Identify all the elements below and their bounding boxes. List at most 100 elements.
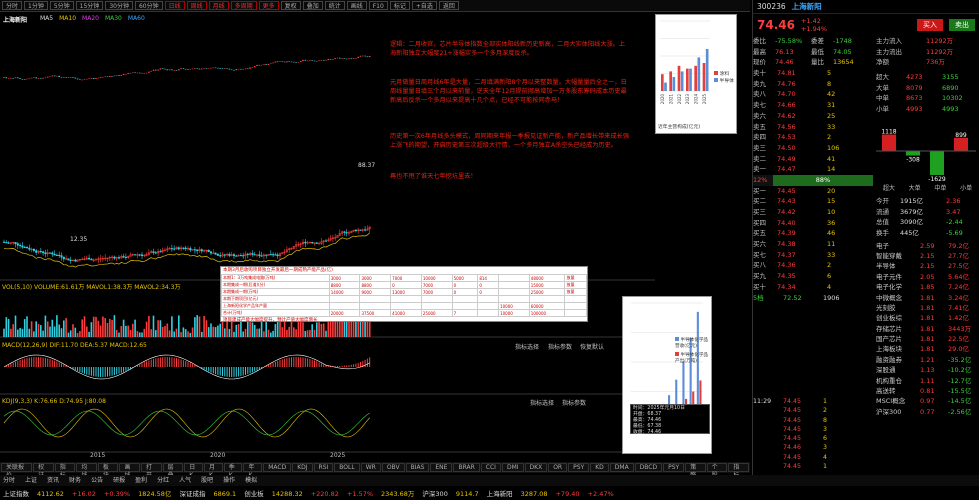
- sector-row[interactable]: 融资融券 1.21 -35.2亿: [876, 355, 979, 365]
- indicator-tab-16[interactable]: WR: [360, 463, 381, 472]
- toolbar-item-11[interactable]: 复权: [280, 1, 301, 10]
- sector-row[interactable]: 高送转 0.81 -15.5亿: [876, 386, 979, 396]
- status-tab-11[interactable]: 模拟: [245, 476, 257, 485]
- tick-row: 74.45 2: [753, 406, 873, 415]
- sell-button[interactable]: 卖出: [949, 19, 975, 31]
- toolbar-item-1[interactable]: 1分钟: [24, 1, 48, 10]
- toolbar-item-5[interactable]: 60分钟: [134, 1, 163, 10]
- indicator-select-button-2[interactable]: 指标选择: [530, 398, 554, 407]
- sector-row[interactable]: 半导体 2.15 27.5亿: [876, 261, 979, 271]
- sector-row[interactable]: 电子 2.59 79.2亿: [876, 241, 979, 251]
- indicator-tab-11[interactable]: 年K: [243, 463, 263, 479]
- toolbar-item-18[interactable]: 返回: [438, 1, 459, 10]
- toolbar-item-3[interactable]: 15分钟: [75, 1, 104, 10]
- toolbar-item-4[interactable]: 30分钟: [105, 1, 133, 10]
- indicator-tab-1[interactable]: 权证: [33, 463, 54, 479]
- indicator-tab-5[interactable]: 画线: [119, 463, 141, 479]
- indicator-tab-23[interactable]: DKX: [524, 463, 548, 472]
- toolbar-item-7[interactable]: 周线: [186, 1, 207, 10]
- toolbar-item-9[interactable]: 多周期: [230, 1, 257, 10]
- indicator-tab-9[interactable]: 月K: [203, 463, 223, 479]
- indicator-tab-14[interactable]: RSI: [313, 463, 334, 472]
- indicator-tab-29[interactable]: PSY: [663, 463, 685, 472]
- indicator-tab-15[interactable]: BOLL: [334, 463, 360, 472]
- indicator-tab-19[interactable]: ENE: [430, 463, 453, 472]
- sector-row[interactable]: 中微概念 1.81 3.24亿: [876, 293, 979, 303]
- indicator-tab-10[interactable]: 季K: [223, 463, 243, 479]
- table-cell: 7000: [420, 288, 453, 296]
- volume-bar: [97, 320, 100, 337]
- buy-button[interactable]: 买入: [917, 19, 943, 31]
- toolbar-item-14[interactable]: 画线: [346, 1, 367, 10]
- indicator-tab-3[interactable]: 均线: [76, 463, 97, 479]
- status-tab-6[interactable]: 盈利: [135, 476, 147, 485]
- indicator-tab-6[interactable]: 打开: [141, 463, 162, 479]
- status-tab-4[interactable]: 公告: [91, 476, 103, 485]
- indicator-params-button-2[interactable]: 指标参数: [562, 398, 586, 407]
- indicator-tab-24[interactable]: OR: [548, 463, 568, 472]
- sector-row[interactable]: 电子化学 1.85 7.24亿: [876, 282, 979, 292]
- overlay-candle: [58, 75, 60, 77]
- status-tab-9[interactable]: 股吧: [201, 476, 213, 485]
- toolbar-item-6[interactable]: 日线: [164, 1, 185, 10]
- indicator-tab-12[interactable]: MACD: [263, 463, 292, 472]
- status-tab-10[interactable]: 操作: [223, 476, 235, 485]
- sector-row[interactable]: 深股通 1.13 -10.2亿: [876, 365, 979, 375]
- buy-label: 买五: [753, 229, 766, 238]
- indicator-tab-8[interactable]: 日K: [184, 463, 203, 479]
- toolbar-item-8[interactable]: 月线: [208, 1, 229, 10]
- toolbar-item-17[interactable]: +自选: [411, 1, 437, 10]
- toolbar-item-10[interactable]: 更多: [258, 1, 279, 10]
- sector-row[interactable]: 电子元件 2.05 5.64亿: [876, 272, 979, 282]
- indicator-tab-22[interactable]: DMI: [501, 463, 524, 472]
- indicator-tab-31[interactable]: 个股: [706, 463, 728, 479]
- sector-row[interactable]: 创业板综 1.81 1.42亿: [876, 313, 979, 323]
- sector-row[interactable]: 存储芯片 1.81 3443万: [876, 324, 979, 334]
- tick-qty: 3: [823, 444, 828, 452]
- indicator-tab-27[interactable]: DMA: [609, 463, 634, 472]
- restore-default-button[interactable]: 恢复默认: [580, 342, 604, 351]
- indicator-select-button[interactable]: 指标选择: [515, 342, 539, 351]
- sector-row[interactable]: 机构重仓 1.11 -12.7亿: [876, 376, 979, 386]
- sell-label: 卖一: [753, 165, 766, 174]
- toolbar-item-15[interactable]: F10: [368, 1, 388, 10]
- sector-row[interactable]: 上海板块 1.81 29.0亿: [876, 344, 979, 354]
- sector-row[interactable]: 光刻胶 1.81 7.41亿: [876, 303, 979, 313]
- status-tab-0[interactable]: 分时: [3, 476, 15, 485]
- volume-bar: [60, 328, 63, 337]
- table-cell: [498, 295, 530, 303]
- indicator-tab-4[interactable]: 板块: [97, 463, 119, 479]
- status-tab-1[interactable]: 上证: [25, 476, 37, 485]
- indicator-tab-25[interactable]: PSY: [568, 463, 590, 472]
- indicator-tab-20[interactable]: BRAR: [453, 463, 480, 472]
- toolbar-item-16[interactable]: 标记: [389, 1, 410, 10]
- toolbar-item-13[interactable]: 统计: [324, 1, 345, 10]
- kline-chart-area[interactable]: 上海新阳 MA5 MA10 MA20 MA30 MA60 88.37 12.35 VOL…: [0, 12, 713, 462]
- indicator-tab-0[interactable]: 关联报价: [1, 463, 33, 479]
- toolbar-item-0[interactable]: 分时: [2, 1, 23, 10]
- indicator-tab-7[interactable]: 层叠: [162, 463, 184, 479]
- status-tab-3[interactable]: 财务: [69, 476, 81, 485]
- status-tab-2[interactable]: 资讯: [47, 476, 59, 485]
- status-tab-8[interactable]: 人气: [179, 476, 191, 485]
- indicator-params-button[interactable]: 指标参数: [548, 342, 572, 351]
- sector-row[interactable]: MSCI概念 0.97 -14.5亿: [876, 396, 979, 406]
- indicator-tab-13[interactable]: KDJ: [292, 463, 313, 472]
- sector-row[interactable]: 智能穿戴 2.15 27.7亿: [876, 251, 979, 261]
- inset1-legend: 涂料 半导体: [714, 71, 734, 85]
- indicator-tab-28[interactable]: DBCD: [634, 463, 663, 472]
- indicator-tab-21[interactable]: CCI: [480, 463, 501, 472]
- sector-row[interactable]: 沪深300 0.77 -2.56亿: [876, 407, 979, 417]
- toolbar-item-12[interactable]: 叠加: [302, 1, 323, 10]
- toolbar-item-2[interactable]: 5分钟: [49, 1, 74, 10]
- indicator-tab-30[interactable]: 策略: [685, 463, 706, 479]
- indicator-tab-2[interactable]: 指标: [54, 463, 76, 479]
- sector-row[interactable]: 国产芯片 1.81 22.5亿: [876, 334, 979, 344]
- indicator-tab-18[interactable]: BIAS: [405, 463, 430, 472]
- indicator-tab-26[interactable]: KD: [590, 463, 609, 472]
- status-tab-7[interactable]: 分红: [157, 476, 169, 485]
- volume-bar: [288, 326, 290, 337]
- status-tab-5[interactable]: 研报: [113, 476, 125, 485]
- indicator-tab-17[interactable]: OBV: [381, 463, 405, 472]
- indicator-tab-32[interactable]: 指标: [728, 463, 749, 479]
